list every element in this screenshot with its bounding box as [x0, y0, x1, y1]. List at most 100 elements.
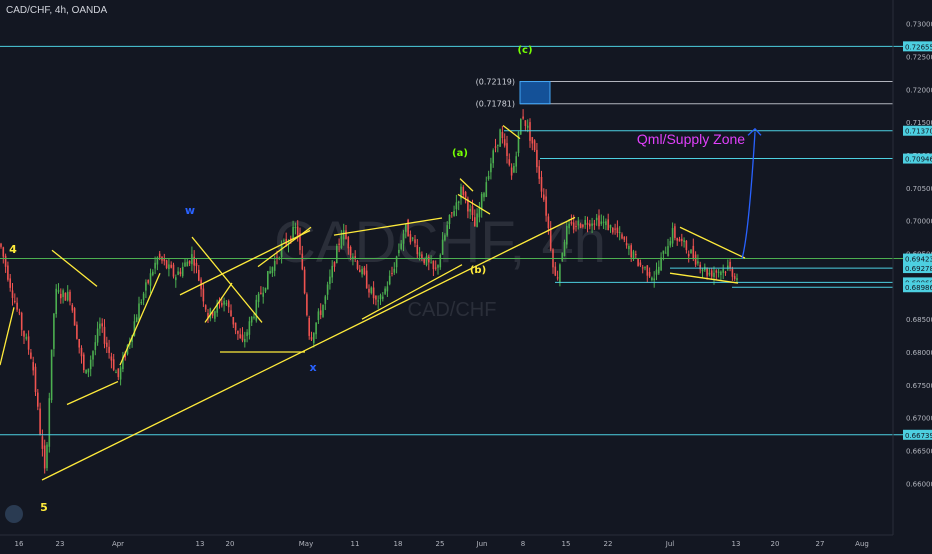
candle-body: [80, 347, 83, 357]
candle-body: [264, 287, 267, 292]
candle-body: [699, 264, 701, 270]
candle-body: [280, 244, 283, 258]
candle-body: [549, 228, 552, 250]
candle-body: [586, 222, 589, 225]
candle-body: [313, 332, 315, 343]
candle-body: [729, 261, 731, 269]
wave-label: (b): [470, 265, 486, 276]
candle-body: [662, 250, 665, 254]
candle-body: [453, 211, 455, 216]
candle-body: [138, 303, 140, 321]
candle-body: [692, 245, 695, 259]
candle-body: [621, 234, 623, 239]
candle-body: [46, 444, 48, 469]
price-tick-label: 0.67500: [906, 382, 932, 390]
candle-body: [181, 266, 184, 277]
candle-body: [370, 287, 373, 294]
candle-body: [720, 271, 722, 275]
candle-body: [584, 219, 586, 225]
candle-body: [731, 268, 734, 277]
candle-body: [618, 231, 621, 233]
candle-body: [92, 351, 94, 360]
candle-body: [147, 279, 149, 283]
candle-body: [379, 295, 382, 300]
candle-body: [522, 116, 524, 119]
candle-body: [428, 256, 430, 263]
candle-body: [326, 284, 329, 295]
candle-body: [204, 305, 207, 310]
candle-body: [651, 277, 653, 281]
candle-body: [292, 226, 294, 239]
candle-body: [402, 233, 405, 244]
candle-body: [246, 332, 248, 337]
candle-body: [462, 186, 465, 195]
candle-body: [329, 276, 331, 284]
time-tick-label: Apr: [112, 540, 124, 548]
candle-body: [50, 349, 53, 401]
candle-body: [244, 338, 246, 343]
candle-body: [267, 271, 269, 290]
candle-body: [336, 245, 338, 264]
candle-body: [469, 208, 471, 212]
candle-body: [533, 140, 536, 151]
chart-area[interactable]: CADCHF, 4h CAD/CHF (0.72119) (0.71781) 4 5 w x(…: [0, 0, 932, 550]
candle-body: [616, 227, 619, 234]
candle-body: [269, 271, 271, 274]
tradingview-logo-icon: [5, 505, 23, 523]
candle-body: [317, 311, 320, 321]
time-tick-label: 18: [394, 540, 403, 548]
candle-body: [683, 240, 685, 243]
trend-line: [0, 307, 15, 366]
candle-body: [69, 291, 71, 302]
candle-body: [23, 331, 25, 337]
candle-body: [715, 270, 718, 273]
box-level-label: (0.72119): [476, 78, 515, 87]
candle-body: [352, 256, 354, 259]
price-tag-label: 0.68986: [905, 284, 932, 292]
candle-body: [727, 265, 729, 270]
candle-body: [55, 288, 57, 315]
candle-body: [513, 165, 515, 173]
candle-body: [497, 144, 499, 146]
candle-body: [591, 223, 593, 226]
wave-label: x: [309, 361, 316, 374]
candle-body: [221, 303, 223, 306]
price-chart[interactable]: CADCHF, 4hCAD/CHF(0.72119)(0.71781)45wx(…: [0, 0, 932, 550]
candle-body: [372, 287, 375, 299]
trend-line: [66, 380, 119, 406]
candle-body: [543, 194, 545, 200]
candle-body: [595, 217, 598, 221]
candle-body: [669, 241, 672, 246]
candle-body: [154, 262, 156, 269]
time-tick-label: Aug: [855, 540, 869, 548]
candle-body: [110, 356, 113, 361]
candle-body: [455, 202, 458, 210]
candle-body: [142, 293, 145, 301]
candle-body: [724, 271, 727, 273]
time-tick-label: 20: [771, 540, 780, 548]
price-tick-label: 0.68500: [906, 316, 932, 324]
time-tick-label: 27: [816, 540, 825, 548]
candle-body: [375, 295, 377, 300]
candle-body: [717, 271, 720, 273]
candle-body: [577, 220, 580, 226]
candle-body: [432, 260, 435, 270]
candle-body: [345, 230, 347, 239]
trend-line: [679, 226, 746, 259]
candle-body: [540, 176, 543, 192]
candle-body: [612, 227, 614, 233]
price-tag-label: 0.69423: [905, 256, 932, 264]
candle-body: [444, 235, 446, 241]
candle-body: [239, 334, 241, 339]
candle-body: [384, 288, 386, 294]
price-tick-label: 0.72500: [906, 54, 932, 62]
candle-body: [0, 243, 2, 247]
candle-body: [230, 310, 232, 317]
time-tick-label: 8: [521, 540, 525, 548]
candle-body: [227, 301, 230, 308]
candle-body: [733, 276, 736, 279]
candle-body: [515, 156, 517, 167]
symbol-title: CAD/CHF, 4h, OANDA: [6, 5, 108, 16]
candle-body: [41, 436, 44, 449]
candle-body: [510, 167, 513, 176]
